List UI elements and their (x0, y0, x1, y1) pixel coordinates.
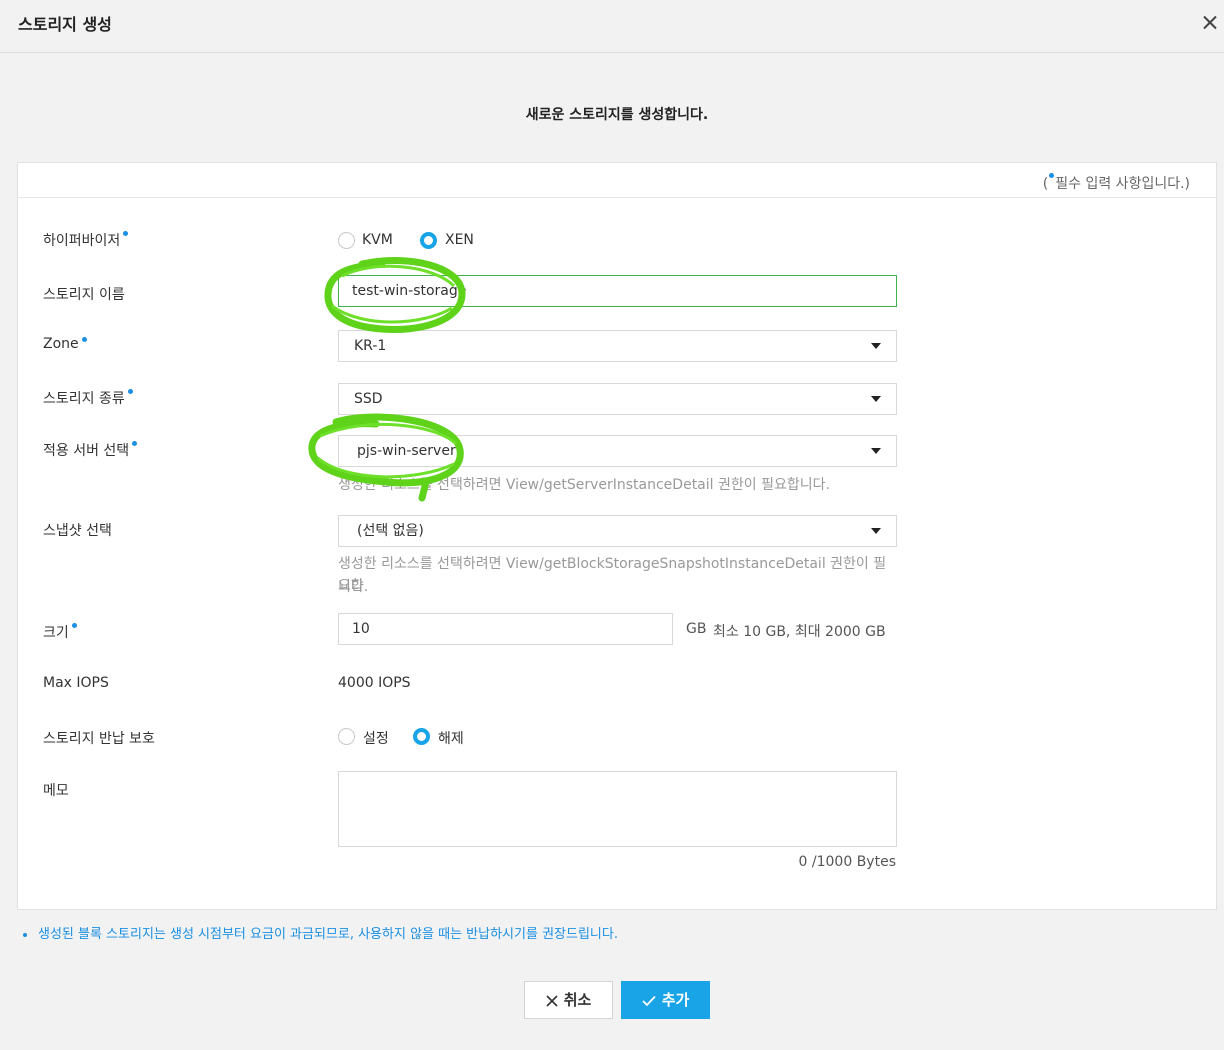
dialog-subtitle: 새로운 스토리지를 생성합니다. (525, 107, 709, 123)
hypervisor-label: 하이퍼바이저 (43, 230, 129, 250)
x-icon (546, 994, 558, 1007)
storage-type-value: SSD (354, 391, 383, 407)
storage-type-select[interactable]: SSD (338, 383, 897, 415)
size-unit: GB (686, 621, 707, 637)
size-range: 최소 10 GB, 최대 2000 GB (713, 624, 886, 640)
zone-value: KR-1 (354, 338, 387, 354)
snapshot-label: 스냅샷 선택 (43, 523, 112, 539)
zone-select[interactable]: KR-1 (338, 330, 897, 362)
snapshot-help-line2: 니다. (338, 579, 369, 595)
size-input[interactable]: 10 (338, 613, 673, 645)
target-server-help: 생성한 리소스를 선택하려면 View/getServerInstanceDet… (338, 477, 830, 493)
billing-notice: 생성된 블록 스토리지는 생성 시점부터 요금이 과금되므로, 사용하지 않을 … (23, 923, 618, 942)
add-button[interactable]: 추가 (621, 981, 710, 1019)
snapshot-value: (선택 없음) (357, 523, 424, 539)
radio-protection-on-label[interactable]: 설정 (363, 728, 389, 748)
divider (18, 197, 1216, 198)
return-protection-label: 스토리지 반납 보호 (43, 731, 155, 747)
zone-label: Zone (43, 336, 87, 352)
radio-kvm-label[interactable]: KVM (362, 232, 393, 248)
max-iops-label: Max IOPS (43, 675, 109, 691)
memo-textarea[interactable] (338, 771, 897, 847)
storage-name-label: 스토리지 이름 (43, 287, 125, 303)
required-dot-icon (123, 231, 129, 236)
storage-type-label: 스토리지 종류 (43, 388, 133, 408)
bullet-icon (23, 932, 27, 937)
radio-protection-off-label[interactable]: 해제 (438, 728, 464, 748)
target-server-select[interactable]: pjs-win-server (338, 435, 897, 467)
dialog-header: 스토리지 생성 (0, 0, 1224, 53)
memo-label: 메모 (43, 783, 69, 799)
target-server-label: 적용 서버 선택 (43, 440, 138, 460)
radio-kvm[interactable] (338, 232, 355, 249)
radio-protection-off[interactable] (413, 728, 430, 745)
required-dot-icon (132, 441, 138, 446)
snapshot-select[interactable]: (선택 없음) (338, 515, 897, 547)
close-icon[interactable] (1198, 12, 1222, 36)
max-iops-value: 4000 IOPS (338, 675, 411, 691)
required-dot-icon (127, 389, 133, 394)
dialog-title: 스토리지 생성 (18, 15, 112, 34)
required-dot-icon (1049, 173, 1055, 178)
dropdown-caret-icon (871, 528, 881, 534)
required-note: (필수 입력 사항입니다.) (1043, 173, 1190, 193)
required-dot-icon (71, 623, 77, 628)
storage-name-input[interactable]: test-win-storage (338, 275, 897, 307)
dropdown-caret-icon (871, 396, 881, 402)
dropdown-caret-icon (871, 343, 881, 349)
radio-protection-on[interactable] (338, 728, 355, 745)
radio-xen[interactable] (420, 232, 437, 249)
check-icon (642, 995, 656, 1006)
size-label: 크기 (43, 622, 77, 642)
required-dot-icon (81, 337, 87, 342)
dropdown-caret-icon (871, 448, 881, 454)
form-panel: (필수 입력 사항입니다.) 하이퍼바이저 KVM XEN 스토리지 이름 te… (17, 162, 1217, 910)
memo-byte-counter: 0 /1000 Bytes (798, 854, 896, 870)
cancel-button[interactable]: 취소 (524, 981, 613, 1019)
radio-xen-label[interactable]: XEN (445, 232, 474, 248)
target-server-value: pjs-win-server (357, 443, 456, 459)
